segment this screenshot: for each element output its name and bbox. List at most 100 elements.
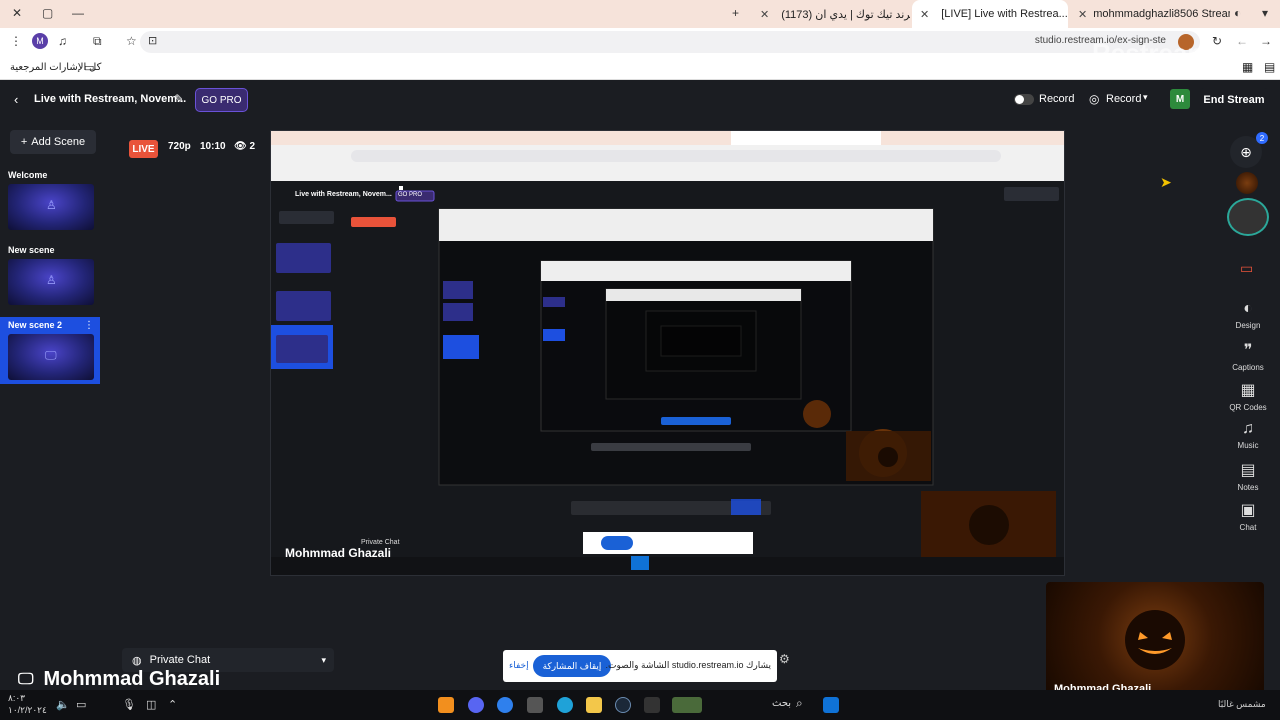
close-tab-icon[interactable]: ✕ — [760, 8, 769, 21]
end-stream-button[interactable]: End Stream — [1200, 88, 1268, 112]
nested-stream-title: Live with Restream, Novem... — [295, 191, 392, 198]
tab-restream-live[interactable]: ✕ [LIVE] Live with Restrea... — [912, 0, 1068, 28]
kebab-menu-icon[interactable]: ⋮ — [10, 34, 22, 48]
record-dropdown[interactable]: Record — [1106, 93, 1141, 105]
close-tab-icon[interactable]: ✕ — [920, 8, 929, 21]
record-toggle-label: Record — [1039, 93, 1075, 105]
taskbar: ٨:٠٣ ١٠/٢/٢٠٢٤ 🔈 ▭ 🎙 ◫ ⌃ بحث ⌕ مشمس غالب… — [0, 690, 1280, 720]
display-name-overlay: 🖵 Mohmmad Ghazali — [18, 668, 221, 690]
tab-youtube[interactable]: ✕ (1173) ترند تيك توك | يدي ان — [752, 0, 910, 28]
notes-icon: ▤ — [1240, 462, 1256, 479]
scene-menu-icon[interactable]: ⋮ — [84, 320, 94, 331]
weather-text: مشمس غالبًا — [1218, 699, 1266, 709]
terminal-icon[interactable] — [644, 697, 660, 713]
screen-share-preview: Live with Restream, Novem... GO PRO Priv… — [270, 130, 1065, 576]
media-control-icon[interactable]: ♫ — [58, 34, 67, 48]
bookmarks-bar: ▭ كل الإشارات المرجعية ▦ ▤ — [0, 56, 1280, 80]
scene-new[interactable]: New scene ♙ — [8, 245, 94, 305]
restream-watermark: Restream — [1092, 38, 1211, 68]
back-icon[interactable]: → — [1260, 34, 1272, 48]
edit-pencil-icon[interactable]: ✎ — [174, 92, 184, 106]
hide-button[interactable]: إخفاء — [509, 660, 529, 671]
extensions-icon[interactable]: ⧉ — [93, 34, 102, 49]
scenes-sidebar: + Add Scene Welcome ♙ New scene ♙ New sc… — [0, 120, 100, 680]
mouse-cursor-icon: ➤ — [1160, 174, 1172, 190]
browser-tab-strip: ✕ ▢ — ✕ mohmmadghazli8506 Stream ✕ [LIVE… — [0, 0, 1280, 28]
folder-icon[interactable]: ▭ — [1240, 260, 1253, 277]
scene-welcome[interactable]: Welcome ♙ — [8, 170, 94, 230]
bookmark-star-icon[interactable]: ☆ — [126, 34, 137, 48]
chevron-down-icon: ▾ — [321, 654, 326, 665]
music-icon: ♫ — [1242, 420, 1254, 437]
nested-display-name: Mohmmad Ghazali — [285, 546, 392, 560]
stream-timer: 10:10 — [200, 141, 226, 152]
viewers-count: 👁 2 — [234, 141, 256, 152]
search-icon[interactable]: ⌕ — [796, 696, 803, 711]
record-toggle[interactable] — [1014, 94, 1034, 105]
back-chevron-icon[interactable]: ‹ — [14, 92, 18, 107]
restore-window-icon[interactable]: ▢ — [42, 6, 53, 20]
tab-search-icon[interactable]: ▾ — [1262, 6, 1268, 20]
person-icon: ♙ — [46, 273, 57, 287]
vlc-icon[interactable] — [438, 697, 454, 713]
file-explorer-icon[interactable] — [586, 697, 602, 713]
palette-icon: ◐ — [1243, 300, 1253, 317]
edge-icon[interactable] — [557, 697, 573, 713]
eye-icon: 👁 — [234, 141, 247, 152]
minimize-window-icon[interactable]: — — [72, 6, 84, 20]
battery-icon[interactable]: ▭ — [76, 698, 86, 711]
monitor-icon: 🖵 — [18, 670, 34, 688]
reload-icon[interactable]: ↻ — [1212, 34, 1222, 48]
stop-sharing-button[interactable]: إيقاف المشاركة — [533, 655, 611, 677]
avatar[interactable]: M — [1170, 89, 1190, 109]
add-scene-button[interactable]: + Add Scene — [10, 130, 96, 154]
chrome-icon[interactable] — [497, 697, 513, 713]
rail-qr-codes[interactable]: ▦ QR Codes — [1222, 380, 1274, 412]
nested-private-chat: Private Chat — [361, 539, 400, 546]
taskbar-search[interactable]: بحث — [772, 698, 791, 709]
mic-icon[interactable]: 🎙 — [122, 698, 136, 711]
rail-chat[interactable]: ▣ Chat — [1222, 500, 1274, 532]
share-tray-icon[interactable]: ◫ — [146, 698, 156, 711]
app-icon[interactable] — [527, 697, 543, 713]
person-icon: ♙ — [46, 198, 57, 212]
rail-design[interactable]: ◐ Design — [1222, 300, 1274, 330]
cast-icon[interactable]: ⊡ — [148, 34, 157, 47]
rail-notes[interactable]: ▤ Notes — [1222, 460, 1274, 492]
resolution-label: 720p — [168, 141, 191, 152]
scene-thumbnail[interactable]: ♙ — [8, 184, 94, 230]
scene-thumbnail[interactable]: 🖵 — [8, 334, 94, 380]
chevron-up-icon[interactable]: ⌃ — [168, 698, 177, 711]
webcam-tile[interactable]: Mohmmad Ghazali — [1046, 582, 1264, 703]
profile-avatar[interactable]: M — [32, 33, 48, 49]
record-icon: ◎ — [1089, 92, 1100, 106]
clock-time: ٨:٠٣ — [8, 693, 26, 703]
rail-captions[interactable]: ❞ Captions — [1222, 340, 1274, 372]
new-tab-icon[interactable]: + — [732, 6, 739, 20]
address-bar[interactable]: ☆ ⊡ studio.restream.io/ex-sign-ste — [126, 31, 1200, 53]
tab-stream[interactable]: ✕ mohmmadghazli8506 Stream — [1070, 0, 1230, 28]
forward-icon[interactable]: ← — [1236, 34, 1248, 48]
guest-avatar[interactable] — [1236, 172, 1258, 194]
scene-thumbnail[interactable]: ♙ — [8, 259, 94, 305]
steam-icon[interactable] — [615, 697, 631, 713]
rail-music[interactable]: ♫ Music — [1222, 420, 1274, 450]
settings-gear-icon[interactable]: ⚙ — [779, 652, 790, 666]
nested-go-pro: GO PRO — [398, 192, 423, 198]
go-pro-button[interactable]: GO PRO — [195, 88, 248, 112]
plus-icon: + — [20, 136, 28, 148]
windows-start-icon[interactable] — [823, 697, 839, 713]
discord-icon[interactable] — [468, 697, 484, 713]
close-tab-icon[interactable]: ✕ — [1078, 8, 1087, 21]
weather-widget-icon[interactable] — [672, 697, 702, 713]
volume-icon[interactable]: 🔈 — [56, 698, 70, 711]
scene-new-2[interactable]: New scene 2 ⋮ 🖵 — [0, 317, 100, 384]
chrome-menu-icon[interactable]: ◐ — [1234, 6, 1241, 20]
bookmarks-folder[interactable]: كل الإشارات المرجعية — [10, 62, 101, 73]
screen-share-source[interactable] — [1227, 198, 1269, 236]
reading-list-icon[interactable]: ▤ — [1264, 60, 1275, 74]
qr-icon: ▦ — [1240, 382, 1256, 399]
stream-title[interactable]: Live with Restream, Novem... — [34, 93, 186, 105]
close-window-icon[interactable]: ✕ — [12, 6, 22, 20]
apps-grid-icon[interactable]: ▦ — [1242, 60, 1253, 74]
